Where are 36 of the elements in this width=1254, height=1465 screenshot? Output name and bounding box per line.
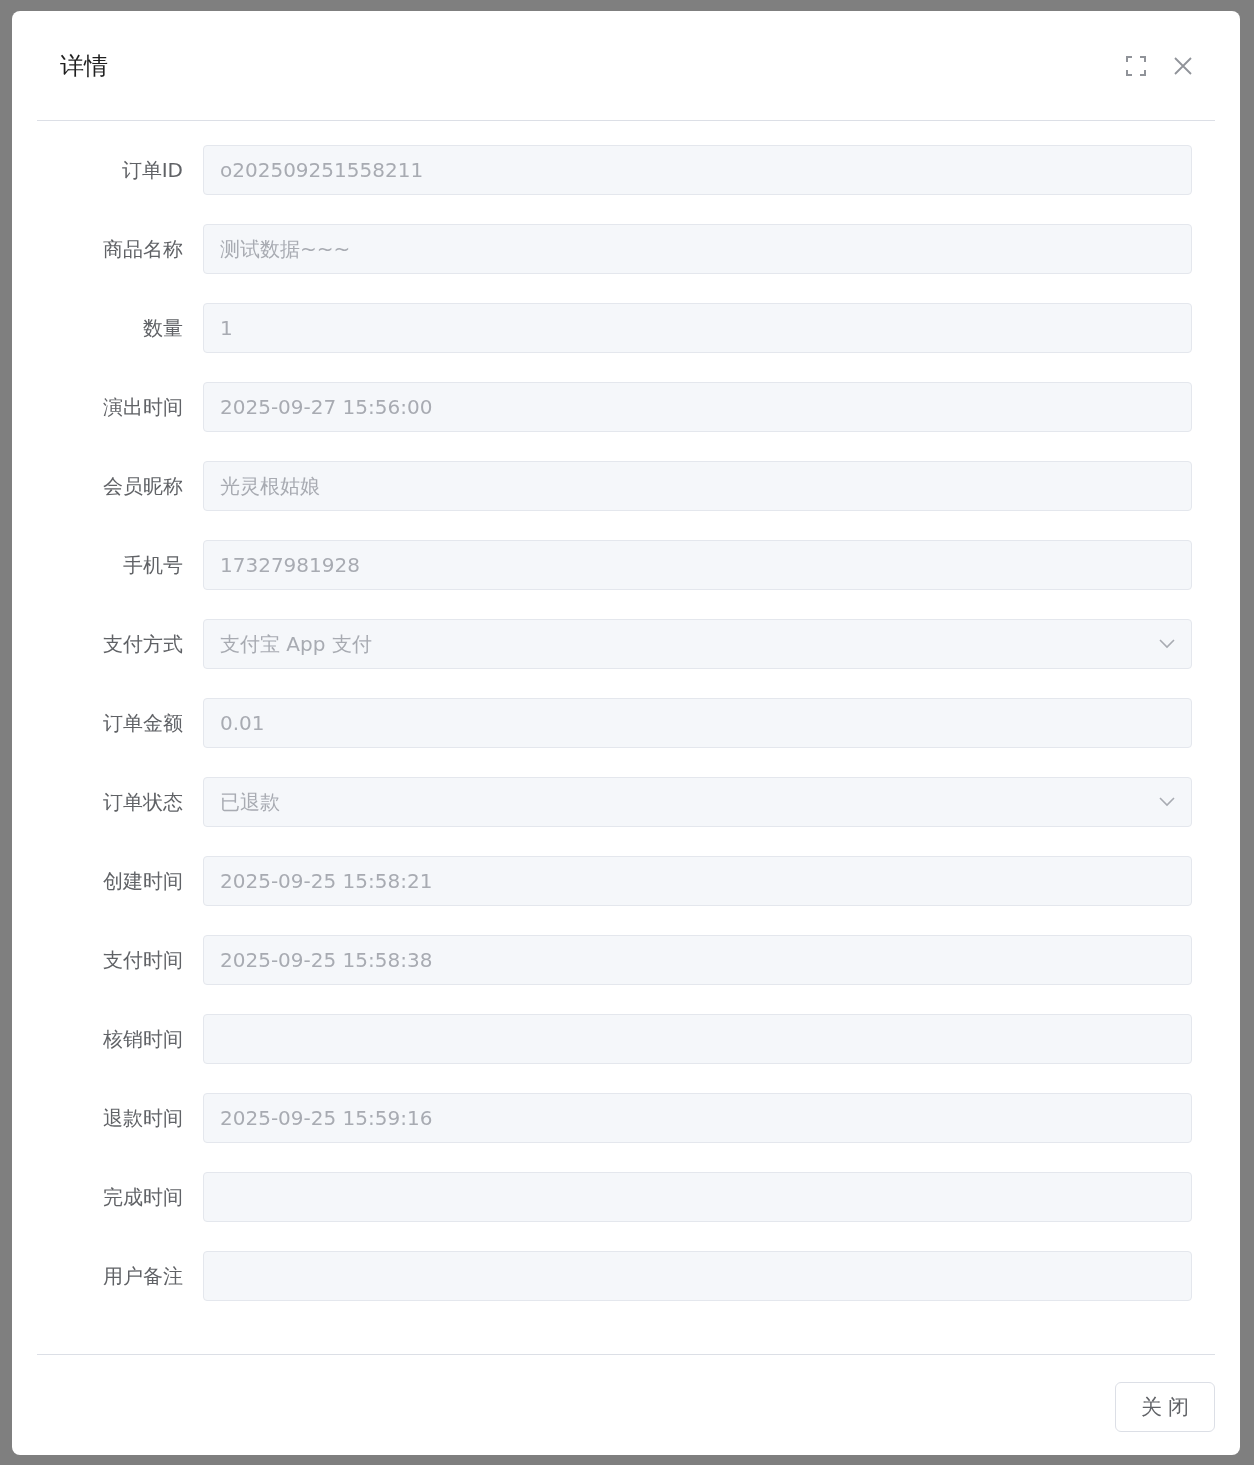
close-button[interactable]: 关 闭 <box>1115 1382 1215 1432</box>
chevron-down-icon <box>1159 797 1175 807</box>
field-label: 用户备注 <box>102 1262 184 1290</box>
fullscreen-icon[interactable] <box>1126 55 1146 76</box>
field-label: 支付时间 <box>102 946 184 974</box>
input-field[interactable]: o202509251558211 <box>203 145 1192 195</box>
field-label: 订单状态 <box>102 788 184 816</box>
field-label: 订单金额 <box>102 709 184 737</box>
field-label: 商品名称 <box>102 235 184 263</box>
input-field[interactable]: 17327981928 <box>203 540 1192 590</box>
field-label: 数量 <box>142 314 184 342</box>
field-label: 订单ID <box>120 156 184 184</box>
field-label: 退款时间 <box>102 1104 184 1132</box>
field-label: 创建时间 <box>102 867 184 895</box>
select-field[interactable]: 支付宝 App 支付 <box>203 619 1192 669</box>
chevron-down-icon <box>1159 639 1175 649</box>
input-field[interactable] <box>203 1251 1192 1301</box>
input-field[interactable]: 测试数据~~~ <box>203 224 1192 274</box>
close-icon[interactable] <box>1174 56 1192 75</box>
field-label: 手机号 <box>122 551 184 579</box>
field-label: 完成时间 <box>102 1183 184 1211</box>
field-label: 演出时间 <box>102 393 184 421</box>
input-field[interactable]: 2025-09-25 15:58:21 <box>203 856 1192 906</box>
input-field[interactable]: 0.01 <box>203 698 1192 748</box>
field-label: 支付方式 <box>102 630 184 658</box>
input-field[interactable]: 2025-09-25 15:59:16 <box>203 1093 1192 1143</box>
input-field[interactable]: 1 <box>203 303 1192 353</box>
field-label: 会员昵称 <box>102 472 184 500</box>
input-field[interactable]: 光灵根姑娘 <box>203 461 1192 511</box>
field-label: 核销时间 <box>102 1025 184 1053</box>
input-field[interactable] <box>203 1014 1192 1064</box>
select-field[interactable]: 已退款 <box>203 777 1192 827</box>
input-field[interactable]: 2025-09-25 15:58:38 <box>203 935 1192 985</box>
input-field[interactable]: 2025-09-27 15:56:00 <box>203 382 1192 432</box>
dialog-title: 详情 <box>60 50 109 82</box>
input-field[interactable] <box>203 1172 1192 1222</box>
